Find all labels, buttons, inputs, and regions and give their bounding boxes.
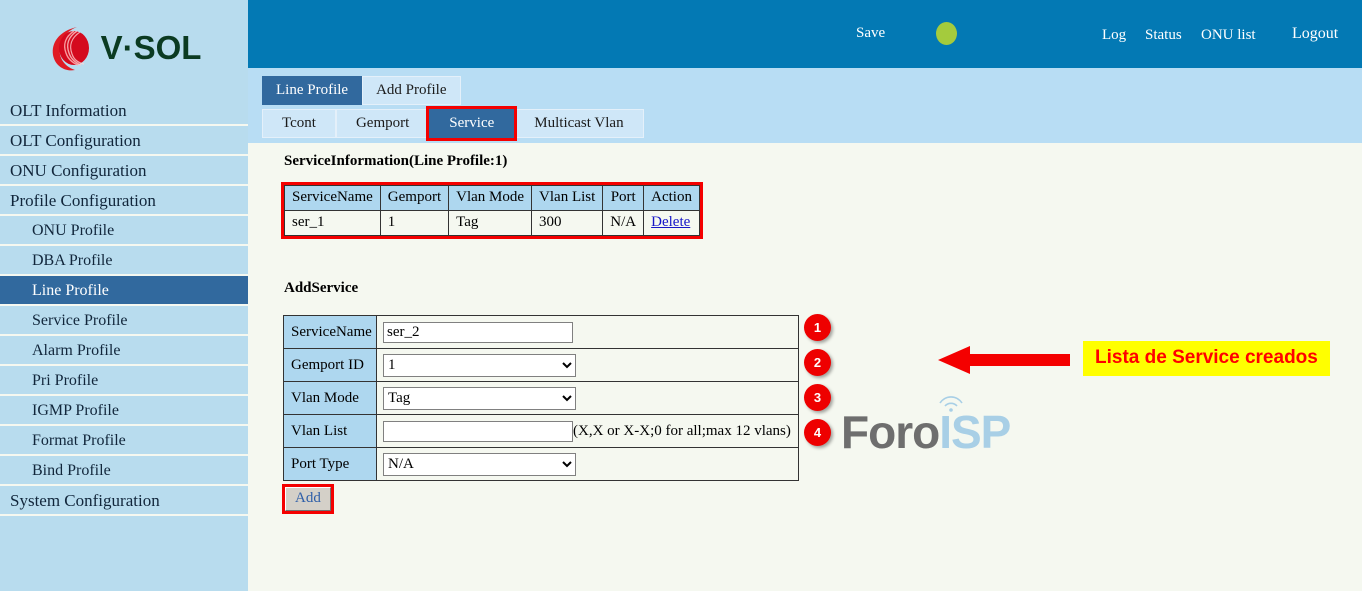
watermark-foro: Foro xyxy=(841,406,939,458)
table-body: ser_11Tag300N/A Delete xyxy=(285,211,700,236)
column-header: Action xyxy=(644,186,700,211)
sidebar-item-service-profile[interactable]: Service Profile xyxy=(0,306,248,336)
tab-add-profile[interactable]: Add Profile xyxy=(362,76,460,105)
add-button[interactable]: Add xyxy=(285,487,331,511)
logout-link[interactable]: Logout xyxy=(1292,25,1338,43)
log-link[interactable]: Log xyxy=(1102,27,1126,44)
primary-tabs: Line ProfileAdd Profile xyxy=(262,76,461,105)
cell-port: N/A xyxy=(603,211,644,236)
field-label-port-type: Port Type xyxy=(284,448,377,481)
field-label-servicename: ServiceName xyxy=(284,316,377,349)
sidebar-item-alarm-profile[interactable]: Alarm Profile xyxy=(0,336,248,366)
tab-gemport[interactable]: Gemport xyxy=(336,109,429,138)
cell-gemport: 1 xyxy=(380,211,448,236)
sidebar-item-dba-profile[interactable]: DBA Profile xyxy=(0,246,248,276)
field-cell: N/AETHPOTS xyxy=(377,448,799,481)
field-label-gemport-id: Gemport ID xyxy=(284,349,377,382)
sidebar-item-format-profile[interactable]: Format Profile xyxy=(0,426,248,456)
brand-name: V·SOL xyxy=(101,29,202,67)
delete-link-cell[interactable]: Delete xyxy=(644,211,700,236)
servicename-input[interactable] xyxy=(383,322,573,343)
sidebar-item-bind-profile[interactable]: Bind Profile xyxy=(0,456,248,486)
sidebar-item-system-configuration[interactable]: System Configuration xyxy=(0,486,248,516)
tab-strip: Line ProfileAdd Profile TcontGemportServ… xyxy=(248,68,1362,143)
column-header: Port xyxy=(603,186,644,211)
form-row: ServiceName xyxy=(284,316,799,349)
sidebar-item-pri-profile[interactable]: Pri Profile xyxy=(0,366,248,396)
watermark-isp: ISP xyxy=(939,406,1010,458)
vlan-mode-select[interactable]: TagTransparentTranslate xyxy=(383,387,576,410)
sidebar-item-line-profile[interactable]: Line Profile xyxy=(0,276,248,306)
sidebar-item-olt-information[interactable]: OLT Information xyxy=(0,96,248,126)
callout-arrow-icon xyxy=(938,343,1073,377)
step-badge-4: 4 xyxy=(804,419,831,446)
form-row: Gemport ID 1234 xyxy=(284,349,799,382)
field-cell: 1234 xyxy=(377,349,799,382)
step-badge-3: 3 xyxy=(804,384,831,411)
add-service-title: AddService xyxy=(284,280,358,297)
foroisp-watermark: ForoISP xyxy=(841,405,1010,459)
brand-logo[interactable]: V·SOL xyxy=(0,0,248,96)
wifi-tower-icon xyxy=(936,391,966,413)
cell-vlan-mode: Tag xyxy=(449,211,532,236)
sidebar-item-onu-profile[interactable]: ONU Profile xyxy=(0,216,248,246)
port-type-select[interactable]: N/AETHPOTS xyxy=(383,453,576,476)
form-row: Port Type N/AETHPOTS xyxy=(284,448,799,481)
sidebar-item-igmp-profile[interactable]: IGMP Profile xyxy=(0,396,248,426)
status-link[interactable]: Status xyxy=(1145,27,1182,44)
status-led-indicator xyxy=(936,22,957,45)
tab-multicast-vlan[interactable]: Multicast Vlan xyxy=(514,109,643,138)
service-information-title: ServiceInformation(Line Profile:1) xyxy=(284,153,507,170)
onu-list-link[interactable]: ONU list xyxy=(1201,27,1256,44)
column-header: Gemport xyxy=(380,186,448,211)
table-header-row: ServiceNameGemportVlan ModeVlan ListPort… xyxy=(285,186,700,211)
callout-label: Lista de Service creados xyxy=(1083,341,1330,376)
tab-service[interactable]: Service xyxy=(429,109,514,138)
delete-link[interactable]: Delete xyxy=(651,214,690,230)
add-button-highlight: Add xyxy=(282,484,334,514)
sidebar-item-profile-configuration[interactable]: Profile Configuration xyxy=(0,186,248,216)
page-root: V·SOL OLT InformationOLT ConfigurationON… xyxy=(0,0,1362,591)
top-header: Save Log Status ONU list Logout xyxy=(248,0,1362,68)
vlan-list-input[interactable] xyxy=(383,421,573,442)
save-button[interactable]: Save xyxy=(856,25,885,42)
form-row: Vlan Mode TagTransparentTranslate xyxy=(284,382,799,415)
tab-tcont[interactable]: Tcont xyxy=(262,109,336,138)
table-row: ser_11Tag300N/A Delete xyxy=(285,211,700,236)
step-badge-2: 2 xyxy=(804,349,831,376)
sidebar: V·SOL OLT InformationOLT ConfigurationON… xyxy=(0,0,248,591)
column-header: ServiceName xyxy=(285,186,381,211)
field-label-vlan-mode: Vlan Mode xyxy=(284,382,377,415)
step-badge-1: 1 xyxy=(804,314,831,341)
secondary-tabs: TcontGemportServiceMulticast Vlan xyxy=(262,109,644,138)
field-cell: TagTransparentTranslate xyxy=(377,382,799,415)
sidebar-menu: OLT InformationOLT ConfigurationONU Conf… xyxy=(0,96,248,516)
cell-service-name: ser_1 xyxy=(285,211,381,236)
column-header: Vlan Mode xyxy=(449,186,532,211)
service-information-table-highlight: ServiceNameGemportVlan ModeVlan ListPort… xyxy=(281,182,703,239)
column-header: Vlan List xyxy=(532,186,603,211)
field-label-vlan-list: Vlan List xyxy=(284,415,377,448)
add-service-form: ServiceNameGemport ID 1234 Vlan Mode TagTra… xyxy=(283,315,799,481)
cell-vlan-list: 300 xyxy=(532,211,603,236)
sidebar-item-olt-configuration[interactable]: OLT Configuration xyxy=(0,126,248,156)
vsol-logo-icon xyxy=(47,23,93,73)
field-cell xyxy=(377,316,799,349)
service-information-table: ServiceNameGemportVlan ModeVlan ListPort… xyxy=(284,185,700,236)
sidebar-item-onu-configuration[interactable]: ONU Configuration xyxy=(0,156,248,186)
gemport-id-select[interactable]: 1234 xyxy=(383,354,576,377)
field-cell: (X,X or X-X;0 for all;max 12 vlans) xyxy=(377,415,799,448)
form-row: Vlan List (X,X or X-X;0 for all;max 12 vl… xyxy=(284,415,799,448)
vlan-list-hint: (X,X or X-X;0 for all;max 12 vlans) xyxy=(573,423,791,439)
tab-line-profile[interactable]: Line Profile xyxy=(262,76,362,105)
